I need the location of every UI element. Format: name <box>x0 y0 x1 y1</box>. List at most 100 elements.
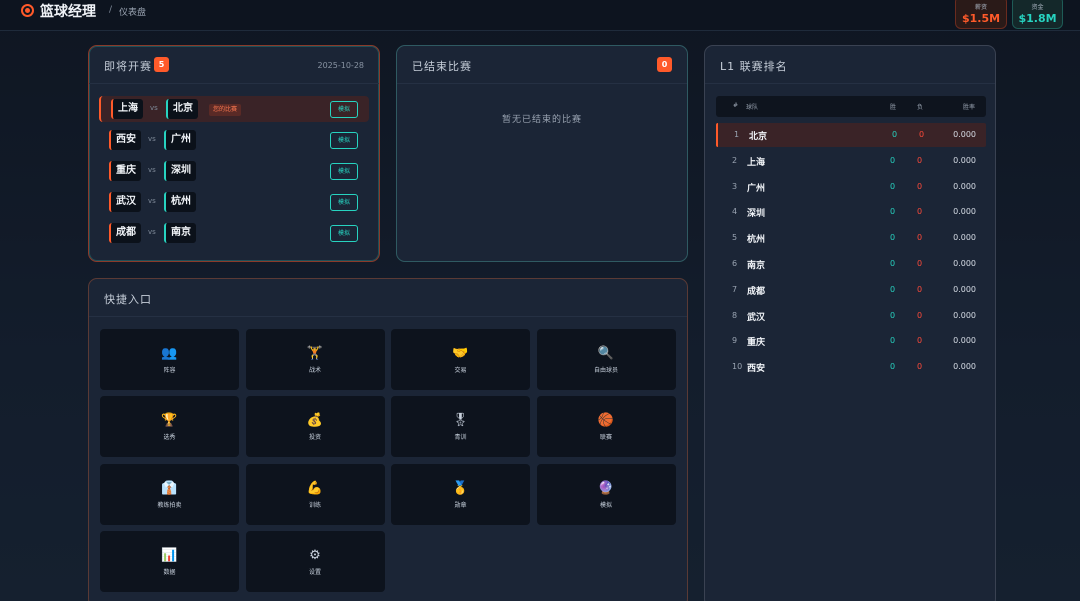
top-bar: 篮球经理 / 仪表盘 薪资 $1.5M 资金 $1.8M <box>0 0 1080 31</box>
ranking-row[interactable]: 1 北京 0 0 0.000 <box>716 123 986 147</box>
rank-position: 8 <box>732 310 738 320</box>
match-date: 2025-10-28 <box>317 61 365 70</box>
simulate-button[interactable]: 模拟 <box>330 101 358 118</box>
league-ranking-panel: L1 联赛排名 # 球队 胜 负 胜率 1 北京 0 0 0.000 2 上海 0 0 0.000… <box>704 45 996 601</box>
away-team: 杭州 <box>164 192 196 212</box>
wins: 0 <box>890 181 896 191</box>
team-name: 上海 <box>747 157 766 168</box>
ranking-row[interactable]: 9 重庆 0 0 0.000 <box>716 329 986 353</box>
win-pct: 0.000 <box>953 362 976 372</box>
simulate-button[interactable]: 模拟 <box>330 225 358 242</box>
losses: 0 <box>917 284 923 294</box>
tile-icon: 🔍 <box>597 346 615 361</box>
simulate-button[interactable]: 模拟 <box>330 132 358 149</box>
quick-tile[interactable]: 🏆 选秀 <box>100 396 239 458</box>
panel-title: 即将开赛 <box>104 60 152 73</box>
away-team: 南京 <box>164 223 196 243</box>
ranking-row[interactable]: 5 杭州 0 0 0.000 <box>716 226 986 250</box>
breadcrumb: 仪表盘 <box>119 8 147 18</box>
breadcrumb-separator: / <box>109 5 113 15</box>
panel-header: 已结束比赛 0 <box>397 46 687 84</box>
quick-tile[interactable]: 🥇 勋章 <box>391 463 530 525</box>
col-win-pct: 胜率 <box>962 104 975 111</box>
win-pct: 0.000 <box>953 259 976 268</box>
home-team: 西安 <box>109 130 141 150</box>
quick-tile[interactable]: 🎖 青训 <box>391 396 530 458</box>
win-pct: 0.000 <box>953 233 976 243</box>
match-row[interactable]: 上海 vs 北京 您的比赛 模拟 <box>99 96 369 122</box>
quick-tile[interactable]: 📊 数据 <box>100 530 239 592</box>
team-name: 南京 <box>747 261 766 271</box>
empty-state-text: 暂无已结束的比赛 <box>501 115 582 125</box>
match-row[interactable]: 武汉 vs 杭州 模拟 <box>99 189 369 215</box>
ranking-row[interactable]: 7 成都 0 0 0.000 <box>716 278 986 302</box>
target-logo-icon <box>21 4 34 17</box>
tile-icon: 💪 <box>306 480 324 496</box>
quick-tile[interactable]: 🏋 战术 <box>245 329 385 390</box>
win-pct: 0.000 <box>953 181 976 191</box>
win-pct: 0.000 <box>953 155 976 165</box>
rank-position: 5 <box>732 233 738 243</box>
quick-tile[interactable]: 👥 阵容 <box>100 329 239 390</box>
ranking-row[interactable]: 6 南京 0 0 0.000 <box>716 252 986 276</box>
panel-header: 快捷入口 <box>89 279 687 317</box>
wins: 0 <box>892 130 898 139</box>
quick-tile[interactable]: 🏀 联赛 <box>536 396 676 458</box>
ranking-row[interactable]: 2 上海 0 0 0.000 <box>716 149 986 173</box>
simulate-button[interactable]: 模拟 <box>330 194 358 211</box>
home-team: 武汉 <box>109 192 141 212</box>
quick-tile[interactable]: 💰 投资 <box>245 396 385 458</box>
salary-label: 薪资 <box>974 4 987 11</box>
quick-tile[interactable]: ⚙ 设置 <box>245 530 385 592</box>
funds-badge: 资金 $1.8M <box>1012 0 1063 29</box>
quick-tile[interactable]: 🔍 自由球员 <box>536 329 676 390</box>
rank-position: 4 <box>732 207 738 217</box>
rank-position: 1 <box>734 130 740 139</box>
quick-tile[interactable]: 🔮 模拟 <box>536 463 676 525</box>
team-name: 深圳 <box>747 209 766 220</box>
tile-icon: 🎖 <box>452 413 469 429</box>
away-team: 北京 <box>166 99 198 119</box>
ranking-row[interactable]: 4 深圳 0 0 0.000 <box>716 200 986 224</box>
wins: 0 <box>890 155 896 165</box>
match-row[interactable]: 西安 vs 广州 模拟 <box>99 127 369 153</box>
col-team: 球队 <box>746 104 759 111</box>
quick-tile[interactable]: 👔 教练拍卖 <box>100 463 239 525</box>
quick-access-panel: 快捷入口 👥 阵容 🏋 战术 🤝 交易 🔍 自由球员 🏆 选秀 💰 投资 🎖 青训 🏀 联赛 👔 教练拍卖 💪 训练 🥇… <box>88 278 688 601</box>
match-row[interactable]: 重庆 vs 深圳 模拟 <box>99 158 369 184</box>
home-team: 重庆 <box>109 161 141 181</box>
quick-tile[interactable]: 🤝 交易 <box>391 329 530 390</box>
upcoming-matches-panel: 即将开赛 5 2025-10-28 上海 vs 北京 您的比赛 模拟 西安 vs 广州 模拟 重庆… <box>88 45 380 262</box>
simulate-button[interactable]: 模拟 <box>330 163 358 180</box>
win-pct: 0.000 <box>953 284 976 294</box>
panel-title: L1 联赛排名 <box>720 60 788 73</box>
panel-header: L1 联赛排名 <box>705 46 995 84</box>
losses: 0 <box>917 181 923 191</box>
match-row[interactable]: 成都 vs 南京 模拟 <box>99 220 369 246</box>
tile-label: 设置 <box>308 568 321 576</box>
funds-label: 资金 <box>1031 4 1044 11</box>
tile-icon: 🔮 <box>597 480 615 496</box>
tile-label: 模拟 <box>599 501 612 509</box>
team-name: 武汉 <box>747 312 766 323</box>
losses: 0 <box>917 336 923 346</box>
losses: 0 <box>917 233 923 243</box>
tile-icon: 📊 <box>161 547 178 563</box>
rank-position: 2 <box>732 155 738 165</box>
ranking-row[interactable]: 8 武汉 0 0 0.000 <box>716 304 986 328</box>
tile-label: 自由球员 <box>593 367 618 374</box>
home-team: 上海 <box>111 99 143 119</box>
tile-icon: 🏆 <box>161 413 178 429</box>
wins: 0 <box>890 336 896 346</box>
salary-value: $1.5M <box>961 12 1001 25</box>
vs-label: vs <box>148 197 156 205</box>
tile-icon: 🥇 <box>452 480 469 496</box>
tile-icon: 👥 <box>161 346 178 361</box>
funds-value: $1.8M <box>1018 12 1057 25</box>
ranking-row[interactable]: 10 西安 0 0 0.000 <box>716 355 986 379</box>
tile-icon: 🏀 <box>597 413 615 429</box>
wins: 0 <box>890 310 896 320</box>
ranking-row[interactable]: 3 广州 0 0 0.000 <box>716 175 986 199</box>
quick-tile[interactable]: 💪 训练 <box>245 463 385 525</box>
team-name: 西安 <box>747 364 766 375</box>
